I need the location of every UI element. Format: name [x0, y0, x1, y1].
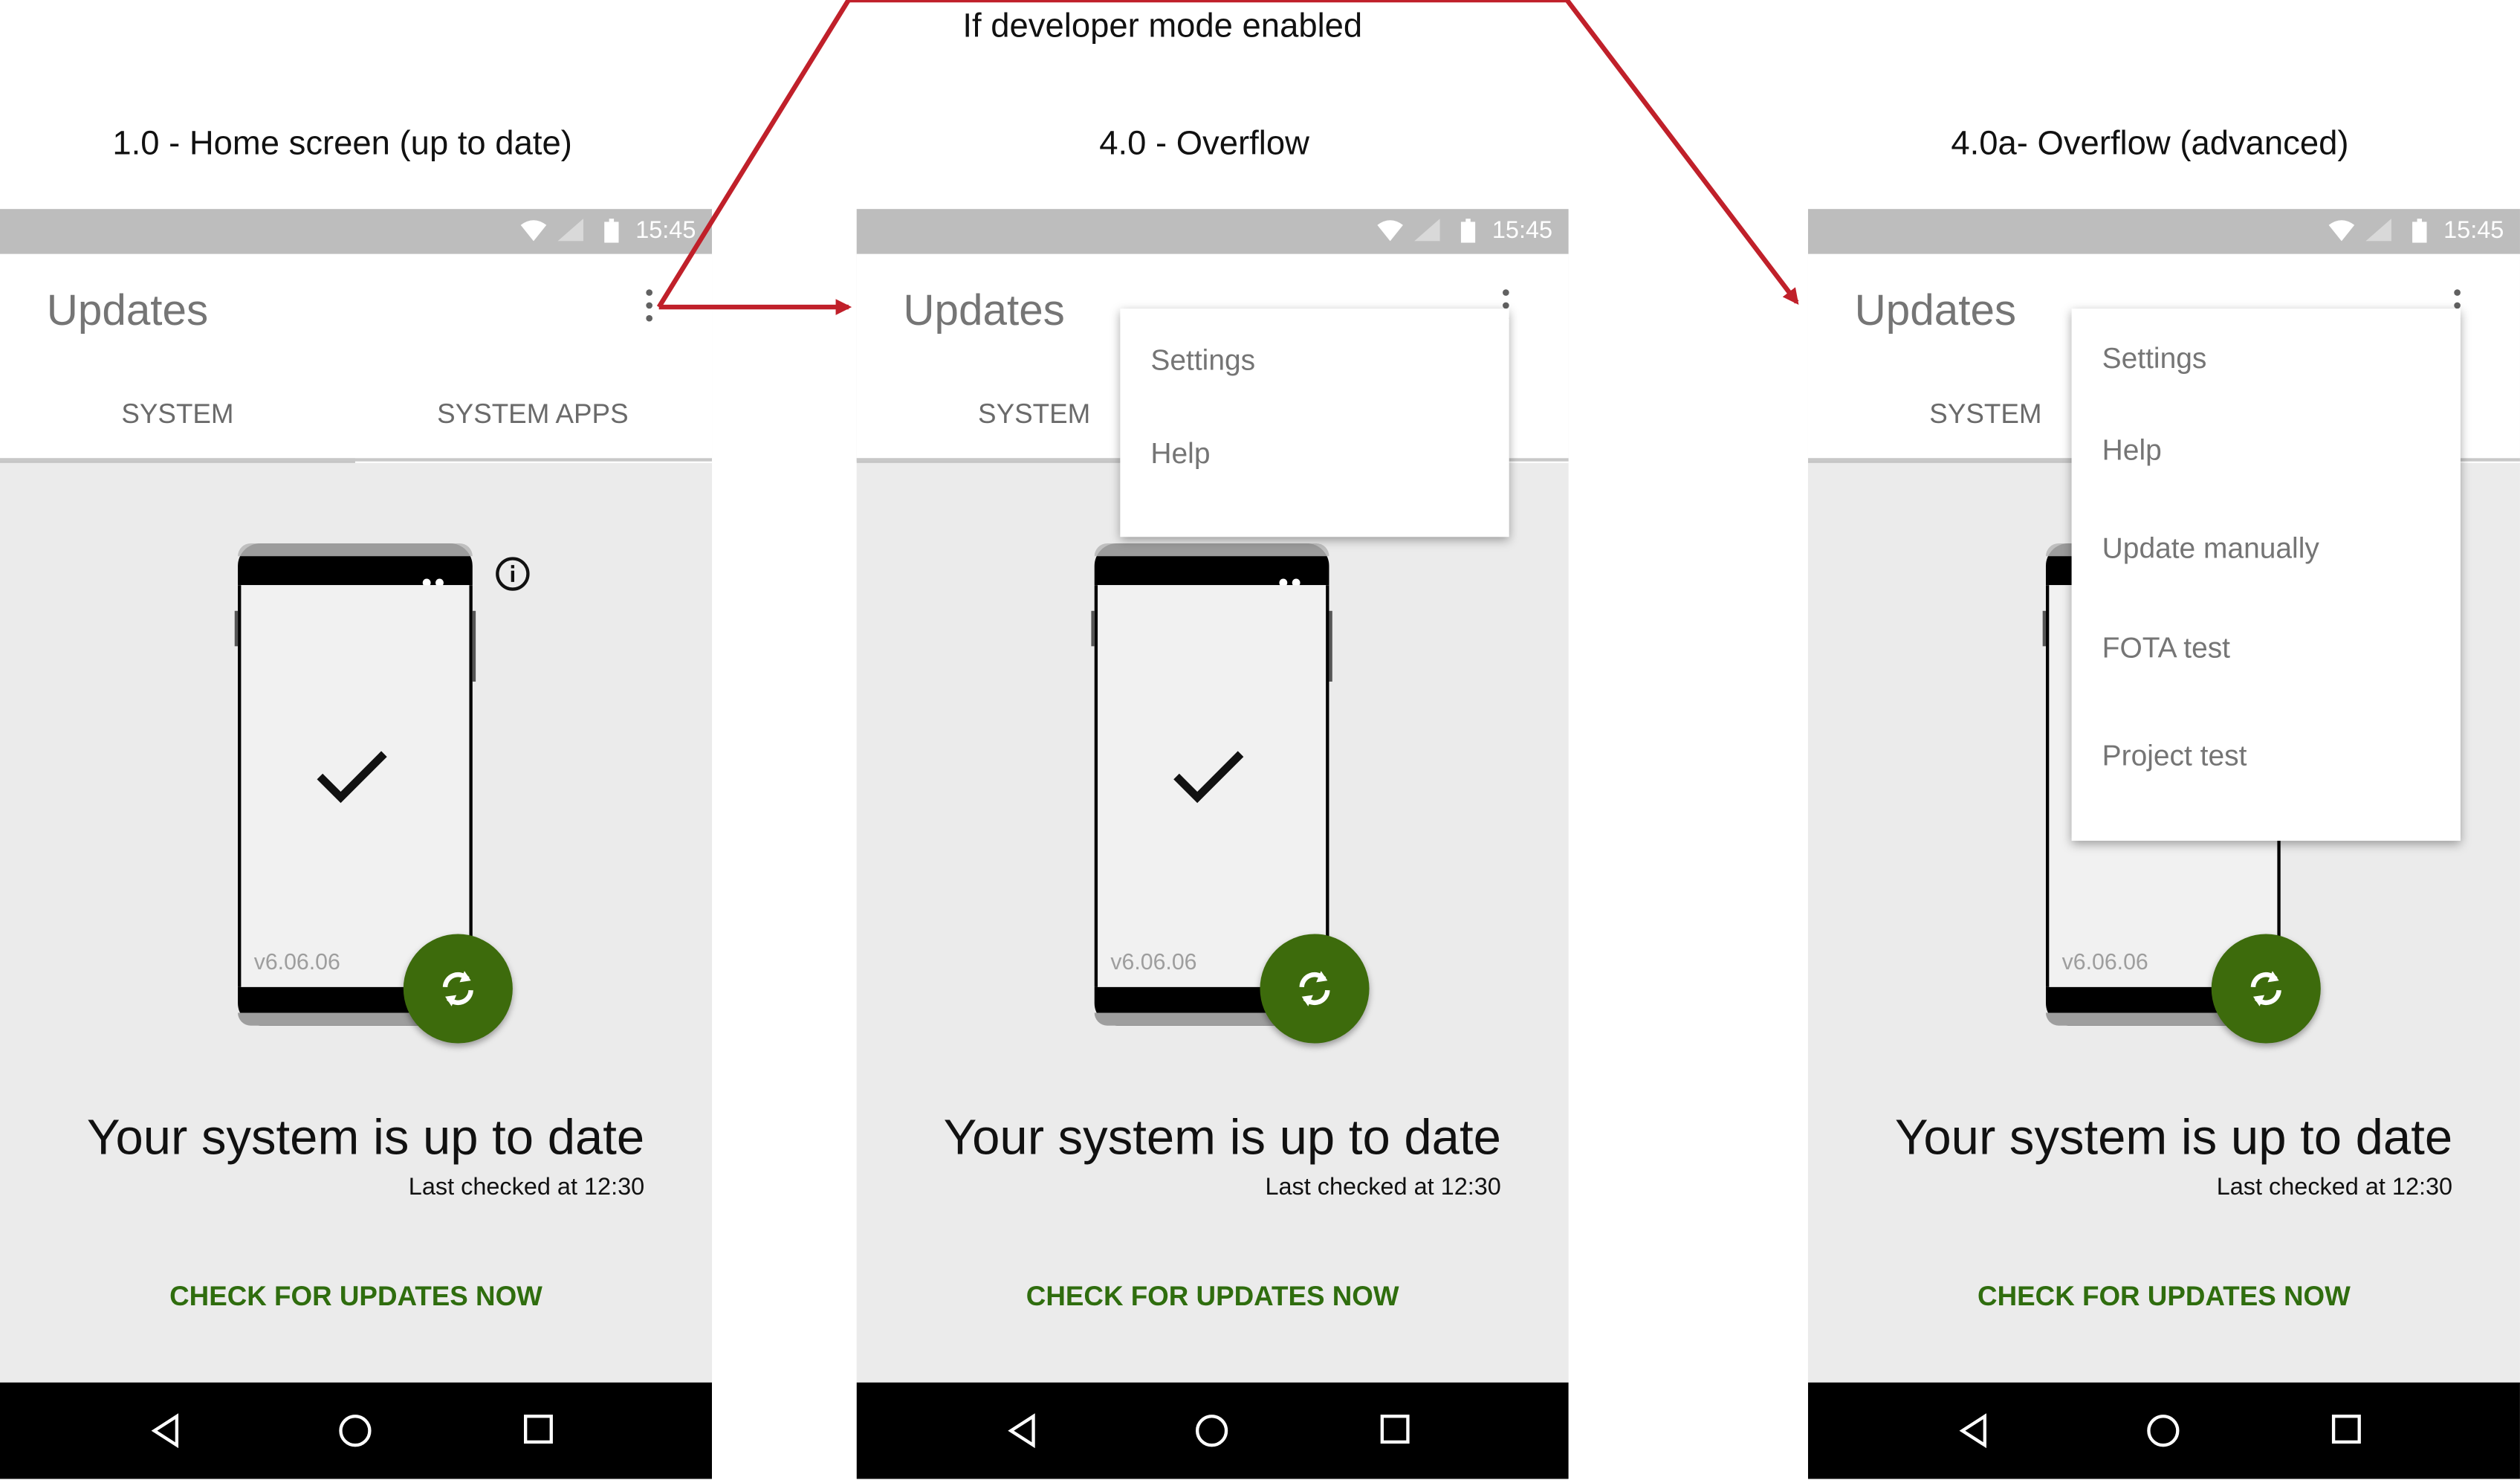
- recents-icon[interactable]: [2330, 1413, 2362, 1445]
- checkmark-icon: [317, 751, 387, 804]
- sync-icon: [1299, 971, 1330, 1006]
- home-icon[interactable]: [1194, 1413, 1230, 1449]
- screen-title-overflow-advanced: 4.0a- Overflow (advanced): [1951, 125, 2349, 163]
- check-for-updates-button[interactable]: CHECK FOR UPDATES NOW: [0, 1282, 712, 1313]
- navigation-bar: [1807, 1382, 2520, 1479]
- app-title: Updates: [1854, 285, 2017, 335]
- overflow-menu: Settings Help: [1120, 308, 1509, 537]
- sync-icon: [442, 971, 473, 1006]
- wifi-icon: [520, 220, 547, 242]
- status-time: 15:45: [1491, 216, 1553, 245]
- recents-icon[interactable]: [1379, 1413, 1411, 1445]
- last-checked-text: Last checked at 12:30: [2216, 1173, 2453, 1201]
- last-checked-text: Last checked at 12:30: [1265, 1173, 1501, 1201]
- navigation-bar: [856, 1382, 1569, 1479]
- tab-system[interactable]: SYSTEM: [0, 398, 355, 463]
- battery-icon: [604, 219, 619, 243]
- canvas: 1.0 - Home screen (up to date) 4.0 - Ove…: [0, 0, 2520, 1479]
- divider: [0, 458, 713, 462]
- phone-screen-home: 15:45 Updates SYSTEM SYSTEM APPS v6.06.0…: [0, 209, 713, 1479]
- info-icon[interactable]: [495, 556, 531, 592]
- screen-title-overflow: 4.0 - Overflow: [1099, 125, 1309, 163]
- back-icon[interactable]: [149, 1413, 181, 1449]
- back-icon[interactable]: [1006, 1413, 1038, 1449]
- last-checked-text: Last checked at 12:30: [408, 1173, 645, 1201]
- menu-item-project-test[interactable]: Project test: [2102, 740, 2247, 773]
- battery-icon: [2412, 219, 2427, 243]
- menu-item-update-manually[interactable]: Update manually: [2102, 532, 2319, 566]
- menu-item-help[interactable]: Help: [1150, 437, 1210, 471]
- status-bar: 15:45: [0, 209, 713, 254]
- menu-item-settings[interactable]: Settings: [2102, 343, 2207, 376]
- status-time: 15:45: [2443, 216, 2504, 245]
- phone-screen-overflow: 15:45 Updates SYSTEM v6.06.06 Your syste…: [856, 209, 1569, 1479]
- status-time: 15:45: [635, 216, 696, 245]
- signal-icon: [1414, 219, 1440, 242]
- app-title: Updates: [903, 285, 1065, 335]
- overflow-menu: Settings Help Update manually FOTA test …: [2071, 308, 2461, 841]
- app-bar: Updates SYSTEM SYSTEM APPS: [0, 253, 713, 463]
- checkmark-icon: [1173, 751, 1244, 804]
- sync-button[interactable]: [1260, 934, 1370, 1044]
- recents-icon[interactable]: [522, 1413, 554, 1445]
- home-icon[interactable]: [2145, 1413, 2181, 1449]
- wifi-icon: [1377, 220, 1403, 242]
- check-for-updates-button[interactable]: CHECK FOR UPDATES NOW: [1808, 1282, 2520, 1313]
- wifi-icon: [2328, 220, 2355, 242]
- sync-icon: [2250, 971, 2281, 1006]
- status-text: Your system is up to date: [943, 1109, 1501, 1166]
- menu-item-settings[interactable]: Settings: [1150, 344, 1255, 378]
- tab-system-apps[interactable]: SYSTEM APPS: [355, 398, 710, 463]
- app-title: Updates: [46, 285, 209, 335]
- more-vert-icon[interactable]: [641, 289, 658, 331]
- battery-icon: [1460, 219, 1476, 243]
- signal-icon: [557, 219, 584, 242]
- home-icon[interactable]: [337, 1413, 373, 1449]
- signal-icon: [2365, 219, 2391, 242]
- version-label: v6.06.06: [2061, 948, 2148, 975]
- status-bar: 15:45: [856, 209, 1569, 254]
- status-bar: 15:45: [1807, 209, 2520, 254]
- menu-item-fota-test[interactable]: FOTA test: [2102, 632, 2230, 665]
- version-label: v6.06.06: [1110, 948, 1197, 975]
- sync-button[interactable]: [403, 934, 513, 1044]
- status-text: Your system is up to date: [1894, 1109, 2453, 1166]
- phone-screen-overflow-advanced: 15:45 Updates SYSTEM v6.06.06 Your syste…: [1807, 209, 2520, 1479]
- sync-button[interactable]: [2211, 934, 2321, 1044]
- version-label: v6.06.06: [253, 948, 340, 975]
- status-text: Your system is up to date: [86, 1109, 645, 1166]
- navigation-bar: [0, 1382, 713, 1479]
- screen-title-home: 1.0 - Home screen (up to date): [112, 125, 572, 163]
- check-for-updates-button[interactable]: CHECK FOR UPDATES NOW: [857, 1282, 1569, 1313]
- developer-mode-annotation: If developer mode enabled: [962, 7, 1363, 45]
- back-icon[interactable]: [1957, 1413, 1989, 1449]
- menu-item-help[interactable]: Help: [2102, 434, 2162, 468]
